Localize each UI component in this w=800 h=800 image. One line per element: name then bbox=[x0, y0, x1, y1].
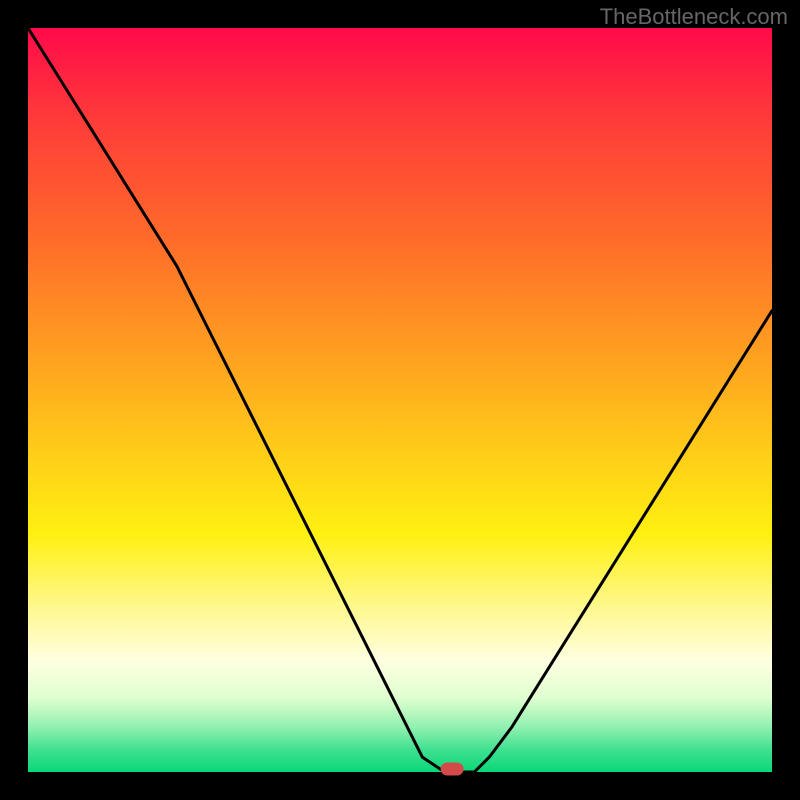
bottleneck-curve bbox=[28, 28, 772, 772]
watermark-text: TheBottleneck.com bbox=[600, 4, 788, 30]
curve-svg bbox=[28, 28, 772, 772]
plot-area bbox=[28, 28, 772, 772]
chart-container: TheBottleneck.com bbox=[0, 0, 800, 800]
min-marker bbox=[441, 763, 463, 775]
